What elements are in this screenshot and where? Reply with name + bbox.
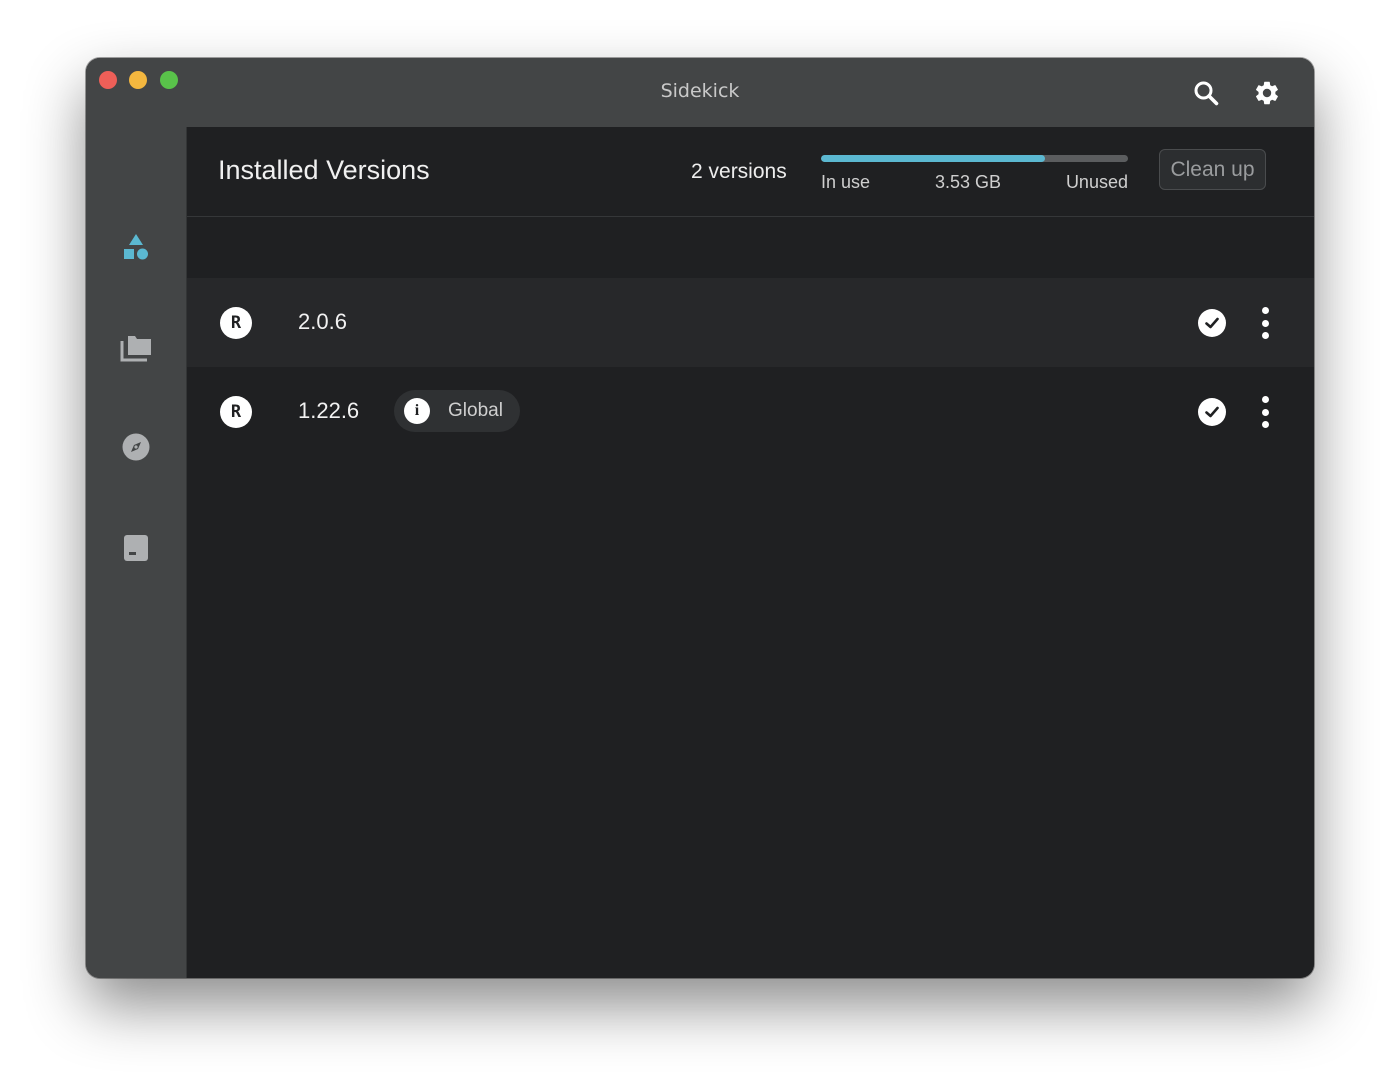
r-logo-icon: R [220,307,252,339]
sidebar [86,127,187,978]
storage-size: 3.53 GB [934,172,1002,192]
more-options-button[interactable] [1253,396,1277,428]
main-content: Installed Versions 2 versions In use 3.5… [187,127,1314,978]
storage-usage-fill [821,155,1046,162]
more-options-button[interactable] [1253,307,1277,339]
version-count: 2 versions [691,160,787,183]
check-circle-icon[interactable] [1198,309,1226,337]
version-label: 2.0.6 [298,309,347,334]
search-icon [1194,81,1219,106]
app-window: Sidekick Installed Versions 2 versions I… [86,58,1314,978]
badge-label: Global [448,400,503,421]
settings-button[interactable] [1249,75,1285,111]
in-use-label: In use [821,172,871,192]
version-row[interactable]: R 2.0.6 [187,278,1314,368]
version-row[interactable]: R 1.22.6 i Global [187,367,1314,456]
page-header: Installed Versions 2 versions In use 3.5… [187,127,1314,217]
version-label: 1.22.6 [298,398,360,423]
unused-label: Unused [1065,172,1128,192]
sidebar-item-archive[interactable] [116,528,156,568]
global-badge: i Global [394,390,520,432]
r-logo-icon: R [220,396,252,428]
search-button[interactable] [1188,75,1224,111]
sidebar-item-shapes[interactable] [116,227,156,267]
folders-icon [120,336,151,362]
info-icon: i [404,398,430,424]
shapes-icon [124,234,148,260]
sidebar-item-explore[interactable] [116,427,156,467]
storage-usage-bar [821,155,1128,162]
archive-icon [124,535,148,561]
window-title: Sidekick [660,80,740,102]
storage-labels: In use 3.53 GB Unused [821,172,1128,193]
gear-icon [1256,81,1278,105]
compass-icon [122,433,150,461]
title-bar: Sidekick [86,58,1314,127]
clean-up-button[interactable]: Clean up [1159,149,1266,190]
sidebar-item-projects[interactable] [116,328,156,368]
page-title: Installed Versions [218,155,430,185]
check-circle-icon[interactable] [1198,398,1226,426]
